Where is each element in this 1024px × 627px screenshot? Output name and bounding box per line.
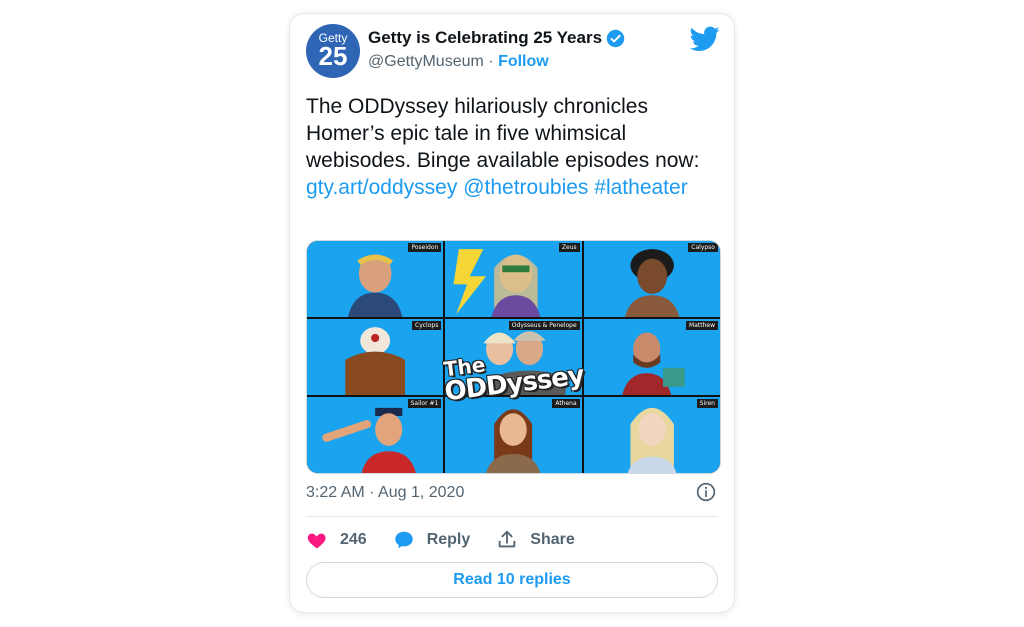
heart-icon <box>307 533 326 549</box>
author-handle-row: @GettyMuseum · Follow <box>368 53 549 71</box>
media-tile: Athena <box>445 397 582 473</box>
reply-button[interactable]: Reply <box>393 529 471 551</box>
media-tile: Calypso <box>583 241 720 317</box>
reply-label: Reply <box>426 531 471 548</box>
action-bar: 246 Reply Share <box>306 529 601 551</box>
twitter-bird-icon[interactable] <box>690 26 720 52</box>
character-image <box>322 407 416 473</box>
reply-bubble-icon <box>394 531 413 549</box>
tweet-text: The ODDyssey hilariously chronicles Home… <box>306 93 726 201</box>
tweet-hashtag[interactable]: #latheater <box>594 176 687 199</box>
author-handle[interactable]: @GettyMuseum <box>368 53 484 70</box>
media-tile: Sailor #1 <box>307 397 444 473</box>
character-image <box>348 254 403 317</box>
tweet-timestamp[interactable]: 3:22 AM · Aug 1, 2020 <box>306 484 464 502</box>
tweet-media[interactable]: Poseidon Zeus Calypso Cyclops Odysseus &… <box>306 240 721 474</box>
avatar-number: 25 <box>318 41 348 71</box>
tile-label: Cyclops <box>412 321 442 330</box>
character-image <box>345 327 406 395</box>
character-image <box>627 407 677 473</box>
tweet-link[interactable]: gty.art/oddyssey <box>306 176 457 199</box>
like-button[interactable]: 246 <box>306 529 367 551</box>
character-image <box>453 249 541 317</box>
author-name[interactable]: Getty is Celebrating 25 Years <box>368 28 602 48</box>
verified-badge-icon <box>606 29 625 47</box>
share-button[interactable]: Share <box>496 529 575 551</box>
media-tile: Cyclops <box>307 319 444 395</box>
share-label: Share <box>530 531 575 548</box>
media-tile: Matthew <box>583 319 720 395</box>
avatar[interactable]: Getty 25 <box>306 24 360 78</box>
tweet-mention[interactable]: @thetroubies <box>463 176 588 199</box>
character-image <box>624 249 679 317</box>
read-replies-button[interactable]: Read 10 replies <box>306 562 718 598</box>
tile-label: Siren <box>696 399 718 408</box>
tile-label: Calypso <box>688 243 718 252</box>
follow-button[interactable]: Follow <box>498 53 549 70</box>
tile-label: Poseidon <box>408 243 442 252</box>
share-icon <box>499 530 516 548</box>
tile-label: Odysseus & Penelope <box>508 321 580 330</box>
tweet-card: Getty 25 Getty is Celebrating 25 Years @… <box>290 14 734 612</box>
media-tile: Poseidon <box>307 241 444 317</box>
media-tile: Siren <box>583 397 720 473</box>
author-name-row[interactable]: Getty is Celebrating 25 Years <box>368 28 625 48</box>
divider <box>306 516 718 517</box>
tweet-body: The ODDyssey hilariously chronicles Home… <box>306 95 700 172</box>
separator-dot: · <box>488 53 494 70</box>
info-icon[interactable] <box>696 482 716 502</box>
like-count: 246 <box>340 531 367 548</box>
tile-label: Matthew <box>686 321 718 330</box>
tile-label: Zeus <box>558 243 580 252</box>
character-image <box>486 409 541 473</box>
tile-label: Athena <box>552 399 580 408</box>
character-image <box>621 332 685 395</box>
tile-label: Sailor #1 <box>407 399 442 408</box>
media-tile: Zeus <box>445 241 582 317</box>
